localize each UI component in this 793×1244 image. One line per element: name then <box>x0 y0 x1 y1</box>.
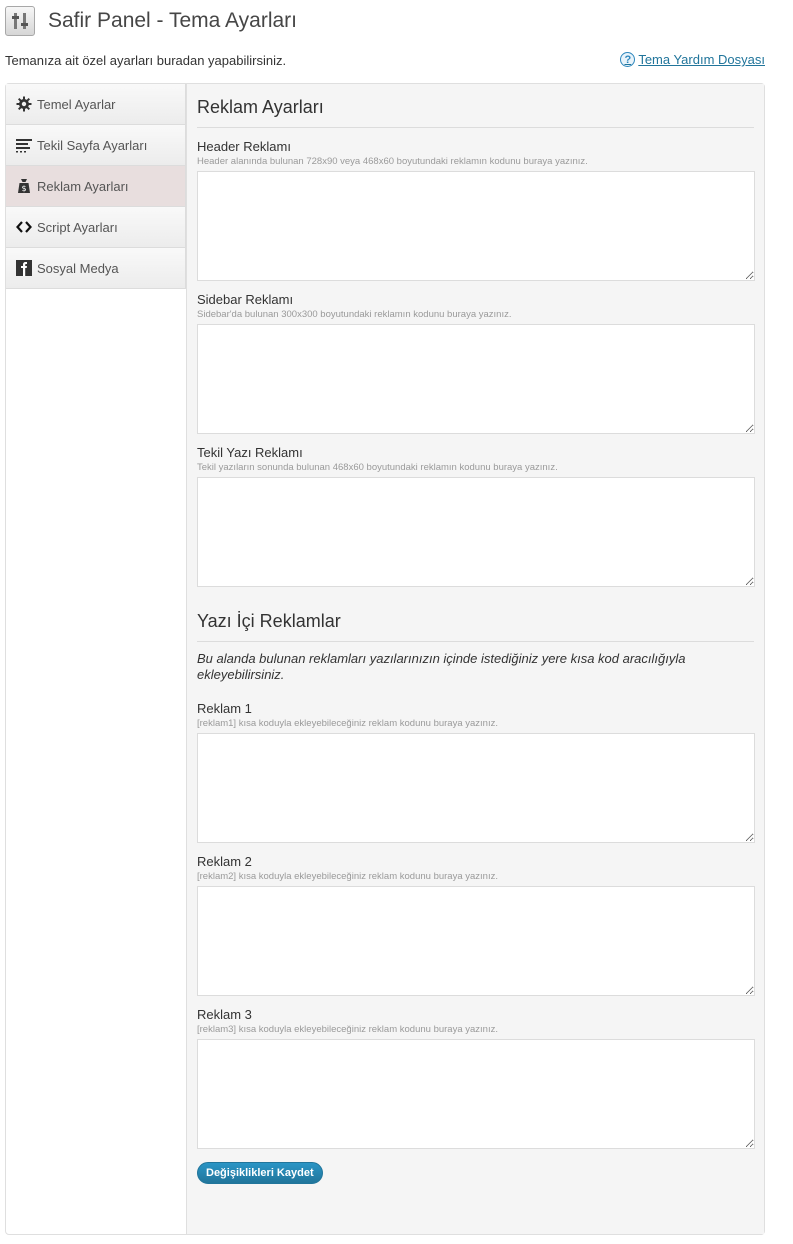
sidebar-item-reklam-ayarlari[interactable]: $ Reklam Ayarları <box>6 166 186 207</box>
ad-1-textarea[interactable] <box>197 733 755 843</box>
field-description: Sidebar'da bulunan 300x300 boyutundaki r… <box>197 309 512 320</box>
page-header: Safir Panel - Tema Ayarları <box>5 4 297 38</box>
sidebar-item-script-ayarlari[interactable]: Script Ayarları <box>6 207 186 248</box>
lines-icon <box>16 137 32 153</box>
sidebar: Temel Ayarlar Tekil Sayfa Ayarları $ Rek… <box>6 84 186 289</box>
field-description: Tekil yazıların sonunda bulunan 468x60 b… <box>197 462 558 473</box>
page-title: Safir Panel - Tema Ayarları <box>48 9 298 32</box>
field-description: Header alanında bulunan 728x90 veya 468x… <box>197 156 588 167</box>
sidebar-item-label: Tekil Sayfa Ayarları <box>37 137 148 153</box>
section-title: Yazı İçi Reklamlar <box>197 611 754 642</box>
sidebar-item-temel-ayarlar[interactable]: Temel Ayarlar <box>6 84 186 125</box>
save-button[interactable]: Değişiklikleri Kaydet <box>197 1162 323 1184</box>
main-content: Reklam Ayarları Header Reklamı Header al… <box>186 84 764 1234</box>
section-note: Bu alanda bulunan reklamları yazılarınız… <box>197 651 686 682</box>
sidebar-ad-textarea[interactable] <box>197 324 755 434</box>
svg-text:$: $ <box>21 184 26 193</box>
field-description: [reklam3] kısa koduyla ekleyebileceğiniz… <box>197 1024 498 1035</box>
sidebar-item-label: Temel Ayarlar <box>37 96 116 112</box>
field-description: [reklam1] kısa koduyla ekleyebileceğiniz… <box>197 718 498 729</box>
help-icon: ? <box>620 52 636 67</box>
intro-text: Temanıza ait özel ayarları buradan yapab… <box>5 53 287 68</box>
facebook-icon <box>16 260 32 276</box>
field-label: Tekil Yazı Reklamı <box>197 445 303 460</box>
settings-sliders-icon <box>5 6 35 36</box>
help-link[interactable]: ? Tema Yardım Dosyası <box>620 52 765 67</box>
sidebar-item-sosyal-medya[interactable]: Sosyal Medya <box>6 248 186 289</box>
field-label: Reklam 2 <box>197 854 252 869</box>
sidebar-item-tekil-sayfa[interactable]: Tekil Sayfa Ayarları <box>6 125 186 166</box>
ad-2-textarea[interactable] <box>197 886 755 996</box>
settings-panel: Temel Ayarlar Tekil Sayfa Ayarları $ Rek… <box>5 83 765 1235</box>
sidebar-item-label: Script Ayarları <box>37 219 118 235</box>
ad-3-textarea[interactable] <box>197 1039 755 1149</box>
help-link-label: Tema Yardım Dosyası <box>638 52 765 67</box>
field-label: Header Reklamı <box>197 139 291 154</box>
section-title: Reklam Ayarları <box>197 84 754 128</box>
code-icon <box>16 219 32 235</box>
gear-icon <box>16 96 32 112</box>
sidebar-item-label: Reklam Ayarları <box>37 178 129 194</box>
sidebar-item-label: Sosyal Medya <box>37 260 119 276</box>
header-ad-textarea[interactable] <box>197 171 755 281</box>
money-bag-icon: $ <box>16 178 32 194</box>
field-label: Reklam 1 <box>197 701 252 716</box>
single-post-ad-textarea[interactable] <box>197 477 755 587</box>
field-label: Sidebar Reklamı <box>197 292 294 307</box>
field-description: [reklam2] kısa koduyla ekleyebileceğiniz… <box>197 871 498 882</box>
field-label: Reklam 3 <box>197 1007 252 1022</box>
